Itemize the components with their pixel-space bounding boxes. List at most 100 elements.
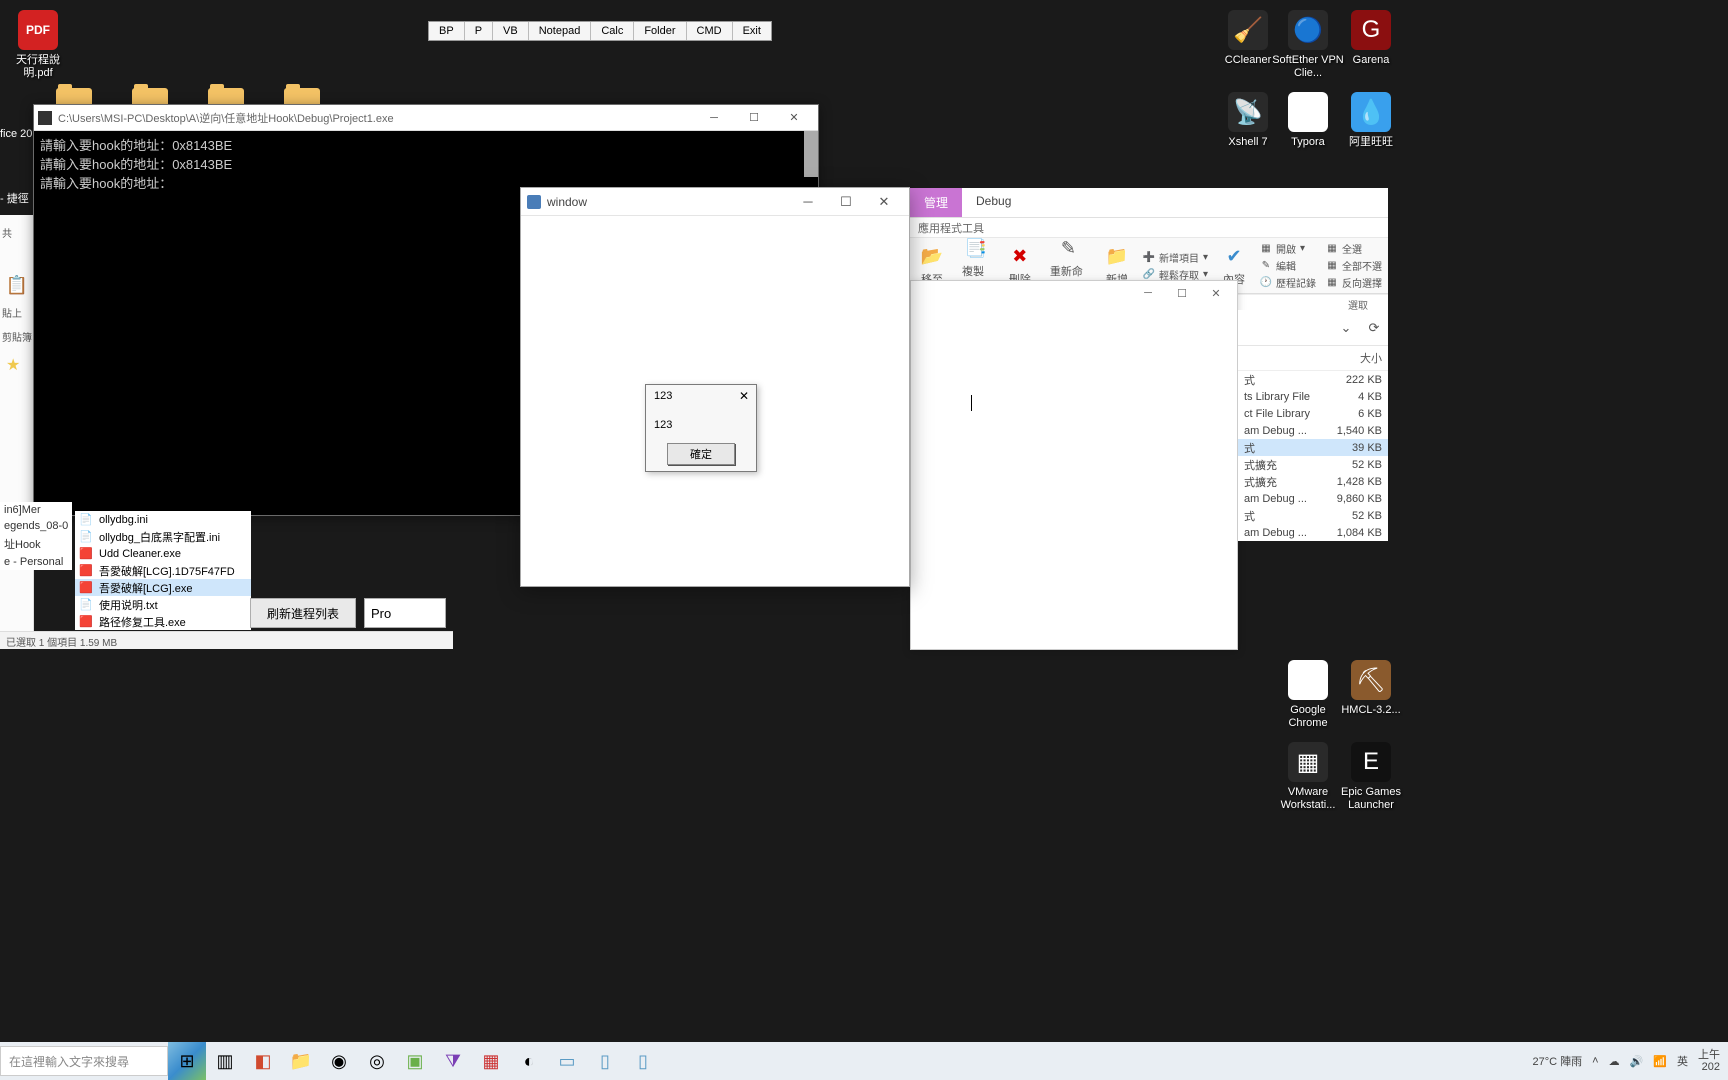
file-row[interactable]: 式擴充52 KB <box>1238 456 1388 473</box>
clipboard-icon[interactable]: 📋 <box>4 271 30 299</box>
taskbar-app[interactable]: ◐ <box>510 1042 548 1080</box>
app-icon <box>38 111 52 125</box>
history-button[interactable]: 🕐歷程記錄 <box>1260 275 1316 290</box>
select-all-button[interactable]: ▦全選 <box>1326 241 1382 256</box>
toolbar-exit-button[interactable]: Exit <box>733 22 771 40</box>
close-button[interactable]: ✕ <box>865 190 903 214</box>
volume-icon[interactable]: 🔊 <box>1630 1055 1644 1068</box>
process-filter-input[interactable] <box>364 598 446 628</box>
desktop-icon-garena[interactable]: GGarena <box>1335 10 1407 67</box>
titlebar[interactable]: window ─ ☐ ✕ <box>521 188 909 216</box>
column-header-size[interactable]: 大小 <box>1238 346 1388 371</box>
tray-chevron-icon[interactable]: ˄ <box>1592 1055 1598 1067</box>
file-item[interactable]: 🟥路径修复工具.exe <box>75 613 251 630</box>
history-icon: 🕐 <box>1260 277 1272 289</box>
nav-item[interactable]: in6]Mer <box>0 502 72 518</box>
text-area[interactable] <box>911 305 1237 501</box>
file-row[interactable]: 式222 KB <box>1238 371 1388 388</box>
minimize-button[interactable]: ─ <box>789 190 827 214</box>
desktop-icon-softether[interactable]: 🔵SoftEther VPN Clie... <box>1272 10 1344 80</box>
maximize-button[interactable]: ☐ <box>734 107 774 129</box>
network-icon[interactable]: 📶 <box>1653 1055 1667 1068</box>
ime-indicator[interactable]: 英 <box>1677 1053 1688 1069</box>
desktop-icon-hmcl-3.2...[interactable]: ⛏HMCL-3.2... <box>1335 660 1407 717</box>
toolbar-p-button[interactable]: P <box>465 22 493 40</box>
file-item[interactable]: 🟥Udd Cleaner.exe <box>75 545 251 562</box>
file-row[interactable]: am Debug ...9,860 KB <box>1238 490 1388 507</box>
tab-debug[interactable]: Debug <box>962 188 1025 217</box>
onedrive-icon[interactable]: ☁ <box>1609 1055 1620 1068</box>
nav-tree-fragment: in6]Meregends_08-0址Hooke - Personal <box>0 502 72 570</box>
file-item[interactable]: 📄ollydbg.ini <box>75 511 251 528</box>
chrome-icon[interactable]: ◎ <box>358 1042 396 1080</box>
toolbar-folder-button[interactable]: Folder <box>634 22 686 40</box>
maximize-button[interactable]: ☐ <box>827 190 865 214</box>
file-size: 9,860 KB <box>1337 493 1382 505</box>
weather-widget[interactable]: 27°C 陣雨 <box>1533 1053 1583 1069</box>
toolbar-calc-button[interactable]: Calc <box>591 22 634 40</box>
tab-manage[interactable]: 管理 <box>910 188 962 217</box>
file-row[interactable]: ct File Library6 KB <box>1238 405 1388 422</box>
file-item[interactable]: 📄ollydbg_白底黑字配置.ini <box>75 528 251 545</box>
desktop-icon-typora[interactable]: TTypora <box>1272 92 1344 149</box>
pin-icon[interactable]: ★ <box>6 355 20 375</box>
edit-button[interactable]: ✎編輯 <box>1260 258 1316 273</box>
toolbar-notepad-button[interactable]: Notepad <box>529 22 592 40</box>
invert-selection-button[interactable]: ▦反向選擇 <box>1326 275 1382 290</box>
maximize-button[interactable]: ☐ <box>1165 283 1199 303</box>
file-row[interactable]: 式39 KB <box>1238 439 1388 456</box>
taskbar-app[interactable]: ▯ <box>586 1042 624 1080</box>
file-row[interactable]: 式52 KB <box>1238 507 1388 524</box>
desktop-icon-epic[interactable]: EEpic Games Launcher <box>1335 742 1407 812</box>
toolbar-cmd-button[interactable]: CMD <box>687 22 733 40</box>
copy-icon: 📑 <box>964 238 988 261</box>
file-explorer-icon[interactable]: 📁 <box>282 1042 320 1080</box>
file-row[interactable]: am Debug ...1,084 KB <box>1238 524 1388 541</box>
toolbar-bp-button[interactable]: BP <box>429 22 465 40</box>
start-button[interactable]: ⊞ <box>168 1042 206 1080</box>
close-button[interactable]: ✕ <box>1199 283 1233 303</box>
task-view-button[interactable]: ▥ <box>206 1042 244 1080</box>
desktop-icon-vmware[interactable]: ▦VMware Workstati... <box>1272 742 1344 812</box>
close-button[interactable]: ✕ <box>774 107 814 129</box>
open-button[interactable]: ▦開啟 ▾ <box>1260 241 1316 256</box>
file-icon: 🟥 <box>79 547 93 561</box>
taskbar-app[interactable]: ▦ <box>472 1042 510 1080</box>
taskbar-search[interactable]: 在這裡輸入文字來搜尋 <box>0 1046 168 1076</box>
desktop-icon-google[interactable]: ◎Google Chrome <box>1272 660 1344 730</box>
refresh-button[interactable]: ⟳ <box>1362 316 1386 340</box>
ok-button[interactable]: 確定 <box>667 443 735 465</box>
file-item[interactable]: 📄使用说明.txt <box>75 596 251 613</box>
file-row[interactable]: am Debug ...1,540 KB <box>1238 422 1388 439</box>
desktop-icon-pdf[interactable]: PDF 天行程說 明.pdf <box>2 10 74 80</box>
taskbar-app[interactable]: ◧ <box>244 1042 282 1080</box>
nav-item[interactable]: e - Personal <box>0 554 72 570</box>
refresh-process-button[interactable]: 刷新進程列表 <box>250 598 356 628</box>
nav-item[interactable]: 址Hook <box>0 534 72 554</box>
file-icon: 🟥 <box>79 615 93 629</box>
steam-icon[interactable]: ◉ <box>320 1042 358 1080</box>
toolbar-vb-button[interactable]: VB <box>493 22 529 40</box>
desktop-icon-label: 阿里旺旺 <box>1335 136 1407 149</box>
minimize-button[interactable]: ─ <box>1131 283 1165 303</box>
file-row[interactable]: ts Library File4 KB <box>1238 388 1388 405</box>
desktop-icon-阿里旺旺[interactable]: 💧阿里旺旺 <box>1335 92 1407 149</box>
taskbar-app[interactable]: ▣ <box>396 1042 434 1080</box>
clock[interactable]: 上午202 <box>1698 1049 1720 1073</box>
file-item[interactable]: 🟥吾愛破解[LCG].1D75F47FD <box>75 562 251 579</box>
scrollbar-thumb[interactable] <box>804 131 818 177</box>
nav-item[interactable]: egends_08-0 <box>0 518 72 534</box>
select-none-button[interactable]: ▦全部不選 <box>1326 258 1382 273</box>
taskbar-app[interactable]: ▭ <box>548 1042 586 1080</box>
close-button[interactable]: ✕ <box>736 388 752 404</box>
minimize-button[interactable]: ─ <box>694 107 734 129</box>
file-item[interactable]: 🟥吾愛破解[LCG].exe <box>75 579 251 596</box>
visual-studio-icon[interactable]: ⧩ <box>434 1042 472 1080</box>
taskbar-app[interactable]: ▯ <box>624 1042 662 1080</box>
file-row[interactable]: 式擴充1,428 KB <box>1238 473 1388 490</box>
dropdown-button[interactable]: ⌄ <box>1334 316 1358 340</box>
new-item-button[interactable]: ➕新增項目 ▾ <box>1143 250 1208 265</box>
titlebar[interactable]: C:\Users\MSI-PC\Desktop\A\逆向\任意地址Hook\De… <box>34 105 818 131</box>
titlebar[interactable]: ─ ☐ ✕ <box>911 281 1237 305</box>
move-icon: 📂 <box>920 245 944 269</box>
